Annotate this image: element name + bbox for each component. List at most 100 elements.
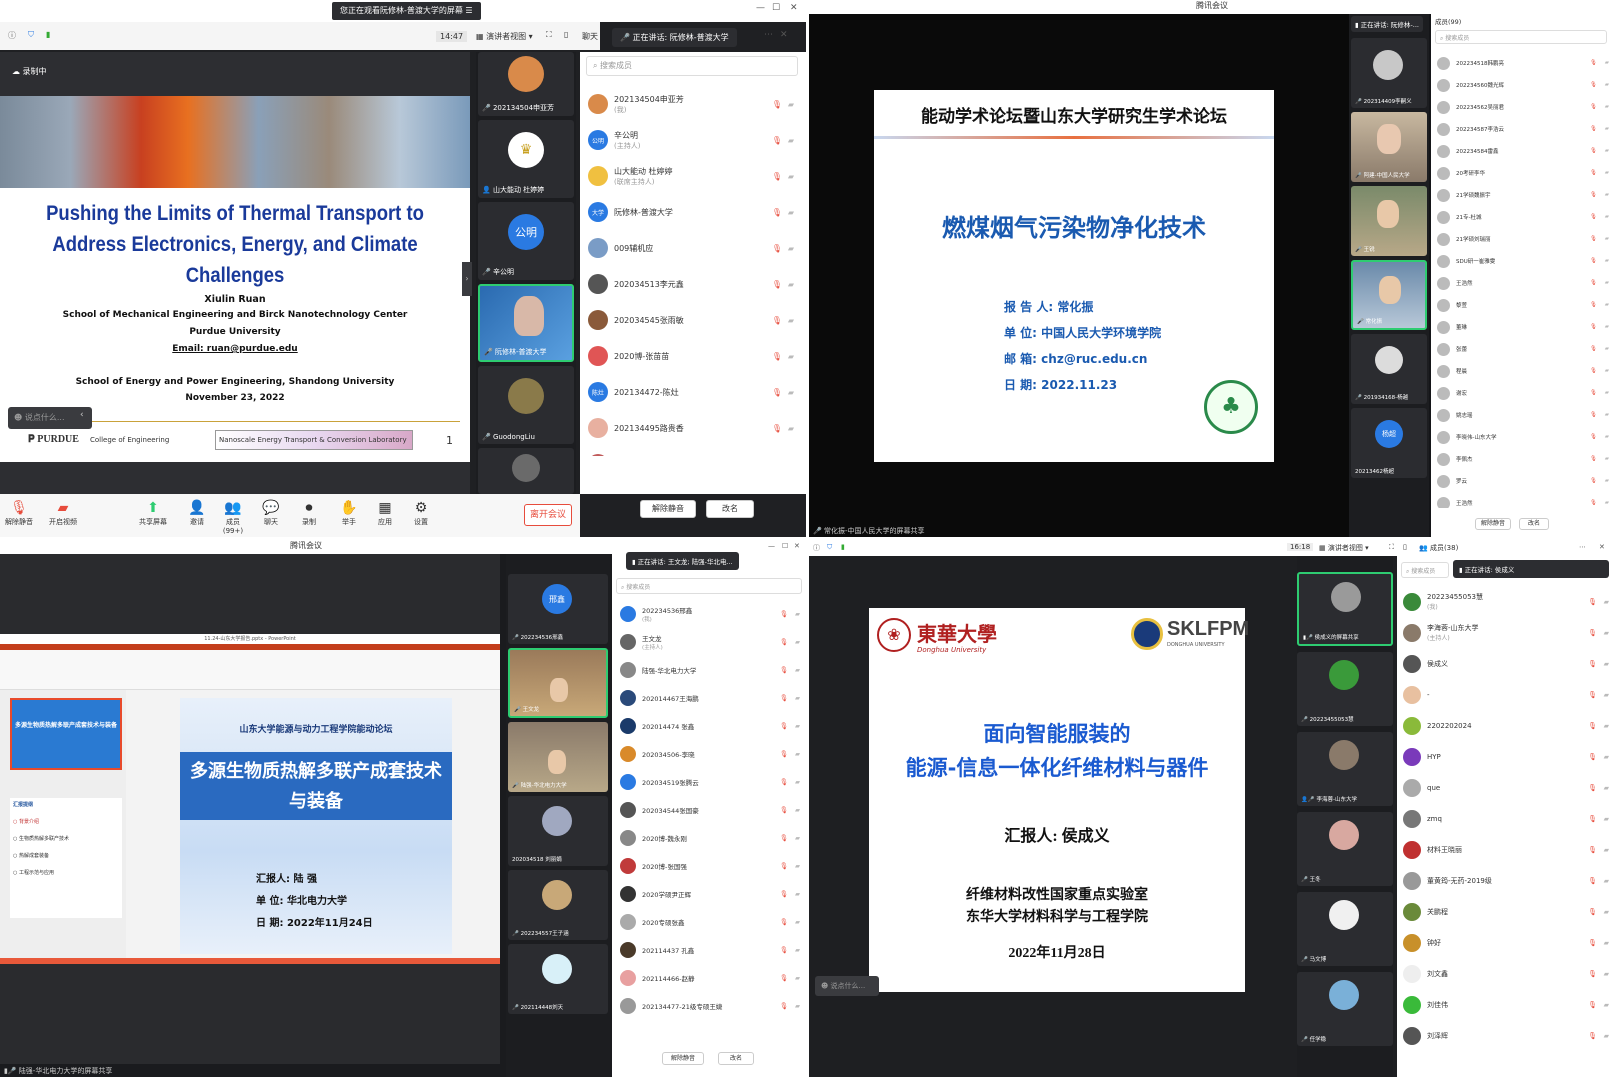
- video-tile[interactable]: 🎤 201934168-杨越: [1351, 334, 1427, 404]
- video-tile[interactable]: 🎤 王冬: [1297, 812, 1393, 886]
- member-item[interactable]: 刘泽辉 🎙 ▰: [1397, 1020, 1615, 1051]
- mic-muted-icon[interactable]: 🎙: [1588, 1032, 1597, 1040]
- member-item[interactable]: 李晓伟-山东大学 🎙 ▰: [1431, 426, 1615, 448]
- mic-muted-icon[interactable]: 🎙: [1590, 192, 1597, 198]
- share-screen-button[interactable]: ⬆ 共享屏幕: [138, 499, 168, 527]
- camera-off-icon[interactable]: ▰: [795, 862, 800, 870]
- mic-muted-icon[interactable]: 🎙: [1588, 815, 1597, 823]
- rename-button[interactable]: 改名: [1519, 518, 1549, 530]
- video-tile[interactable]: 🎤 马文博: [1297, 892, 1393, 966]
- camera-off-icon[interactable]: ▰: [1605, 258, 1609, 264]
- member-item[interactable]: 20223455053慧 (我) 🎙 ▰: [1397, 586, 1615, 617]
- camera-off-icon[interactable]: ▰: [1605, 170, 1609, 176]
- member-item[interactable]: 董琳 🎙 ▰: [1431, 316, 1615, 338]
- member-item[interactable]: 202034513李元鑫 🎙 ▰: [580, 266, 800, 302]
- member-item[interactable]: 2020博-张苗苗 🎙 ▰: [580, 338, 800, 374]
- video-tile[interactable]: 202034518 刘丽娟: [508, 796, 608, 866]
- info-icon[interactable]: ⓘ: [813, 543, 820, 553]
- camera-off-icon[interactable]: ▰: [795, 778, 800, 786]
- mic-muted-icon[interactable]: 🎙: [1590, 346, 1597, 352]
- camera-off-icon[interactable]: ▰: [1605, 192, 1609, 198]
- mic-muted-icon[interactable]: 🎙: [1590, 324, 1597, 330]
- mic-muted-icon[interactable]: 🎙: [1590, 302, 1597, 308]
- member-item[interactable]: 009辅机应 🎙 ▰: [580, 230, 800, 266]
- mic-muted-icon[interactable]: 🎙: [1588, 722, 1597, 730]
- layout-icon[interactable]: ▯: [564, 30, 568, 39]
- camera-off-icon[interactable]: ▰: [795, 694, 800, 702]
- camera-off-icon[interactable]: ▰: [1604, 722, 1609, 730]
- mic-muted-icon[interactable]: 🎙: [1588, 970, 1597, 978]
- camera-off-icon[interactable]: ▰: [1604, 877, 1609, 885]
- slide-thumbnail[interactable]: 多源生物质热解多联产成套技术与装备: [10, 698, 122, 770]
- member-search-input[interactable]: ⌕ 搜索成员: [1401, 562, 1449, 578]
- shield-icon[interactable]: ⛉: [28, 30, 34, 40]
- members-tab[interactable]: 👥 成员(38): [1419, 543, 1458, 553]
- mic-muted-icon[interactable]: 🎙: [1590, 478, 1597, 484]
- video-tile[interactable]: 🎤 王锐: [1351, 186, 1427, 256]
- camera-off-icon[interactable]: ▰: [788, 424, 794, 433]
- camera-off-icon[interactable]: ▰: [1605, 478, 1609, 484]
- video-tile[interactable]: [478, 448, 574, 494]
- mic-muted-icon[interactable]: 🎙: [1590, 126, 1597, 132]
- camera-off-icon[interactable]: ▰: [795, 918, 800, 926]
- mic-muted-icon[interactable]: 🎙: [1590, 214, 1597, 220]
- member-item[interactable]: 材料王晓丽 🎙 ▰: [1397, 834, 1615, 865]
- member-item[interactable]: 2020学硕尹正辉 🎙 ▰: [612, 880, 806, 908]
- member-item[interactable]: 黎萱 🎙 ▰: [1431, 294, 1615, 316]
- member-item[interactable]: HYP 🎙 ▰: [1397, 741, 1615, 772]
- member-item[interactable]: 202014474 张鑫 🎙 ▰: [612, 712, 806, 740]
- mic-muted-icon[interactable]: 🎙: [780, 946, 788, 954]
- mic-muted-icon[interactable]: 🎙: [780, 610, 788, 618]
- camera-off-icon[interactable]: ▰: [1604, 846, 1609, 854]
- maximize-icon[interactable]: ☐: [772, 3, 780, 13]
- member-item[interactable]: 刘文鑫 🎙 ▰: [1397, 958, 1615, 989]
- member-item[interactable]: 20考研李华 🎙 ▰: [1431, 162, 1615, 184]
- camera-off-icon[interactable]: ▰: [788, 100, 794, 109]
- video-tile[interactable]: 🎤 陆强-华北电力大学: [508, 722, 608, 792]
- member-item[interactable]: 王文龙 (主持人) 🎙 ▰: [612, 628, 806, 656]
- camera-off-icon[interactable]: ▰: [795, 666, 800, 674]
- mic-muted-icon[interactable]: 🎙: [780, 778, 788, 786]
- mic-muted-icon[interactable]: 🎙: [780, 666, 788, 674]
- mic-muted-icon[interactable]: 🎙: [1588, 660, 1597, 668]
- chat-button[interactable]: 💬 聊天: [256, 499, 286, 527]
- mic-muted-icon[interactable]: 🎙: [772, 244, 782, 253]
- camera-off-icon[interactable]: ▰: [788, 316, 794, 325]
- mic-muted-icon[interactable]: 🎙: [1588, 784, 1597, 792]
- camera-off-icon[interactable]: ▰: [1605, 214, 1609, 220]
- mic-muted-icon[interactable]: 🎙: [780, 750, 788, 758]
- layout-icon[interactable]: ▯: [1403, 543, 1407, 551]
- member-item[interactable]: 陆强-华北电力大学 🎙 ▰: [612, 656, 806, 684]
- member-item[interactable]: - 🎙 ▰: [1397, 679, 1615, 710]
- camera-off-icon[interactable]: ▰: [1604, 691, 1609, 699]
- say-something-input[interactable]: ☻ 说点什么...: [815, 976, 879, 996]
- member-item[interactable]: 202134477-21级专硕王婕 🎙 ▰: [612, 992, 806, 1020]
- member-item[interactable]: 202114437 孔鑫 🎙 ▰: [612, 936, 806, 964]
- camera-off-icon[interactable]: ▰: [788, 388, 794, 397]
- raise-hand-button[interactable]: ✋ 举手: [334, 499, 364, 527]
- video-tile[interactable]: 🎤 20223455053慧: [1297, 652, 1393, 726]
- camera-off-icon[interactable]: ▰: [1605, 104, 1609, 110]
- camera-off-icon[interactable]: ▰: [1605, 280, 1609, 286]
- mic-muted-icon[interactable]: 🎙: [780, 918, 788, 926]
- camera-off-icon[interactable]: ▰: [1604, 629, 1609, 637]
- member-search-input[interactable]: ⌕ 搜索成员: [586, 56, 798, 76]
- member-item[interactable]: 公明 辛公明 (主持人) 🎙 ▰: [580, 122, 800, 158]
- member-search-input[interactable]: ⌕ 搜索成员: [616, 578, 802, 594]
- mic-muted-icon[interactable]: 🎙: [772, 316, 782, 325]
- close-icon[interactable]: ✕: [794, 542, 800, 550]
- member-item[interactable]: 姚志瑶 🎙 ▰: [1431, 404, 1615, 426]
- camera-off-icon[interactable]: ▰: [1605, 368, 1609, 374]
- collapse-tiles-icon[interactable]: ›: [462, 262, 472, 296]
- camera-off-icon[interactable]: ▰: [795, 946, 800, 954]
- video-tile[interactable]: 🎤 202314409李嗣义: [1351, 38, 1427, 108]
- minimize-icon[interactable]: —: [768, 542, 775, 550]
- maximize-icon[interactable]: ☐: [782, 542, 788, 550]
- member-item[interactable]: 董黄筠-无药-2019级 🎙 ▰: [1397, 865, 1615, 896]
- mic-muted-icon[interactable]: 🎙: [1590, 280, 1597, 286]
- camera-off-icon[interactable]: ▰: [1605, 500, 1609, 506]
- settings-button[interactable]: ⚙ 设置: [406, 499, 436, 527]
- collapse-chat-icon[interactable]: ‹: [80, 410, 84, 420]
- member-item[interactable]: 202134504申亚芳 (我) 🎙 ▰: [580, 86, 800, 122]
- camera-off-icon[interactable]: ▰: [795, 750, 800, 758]
